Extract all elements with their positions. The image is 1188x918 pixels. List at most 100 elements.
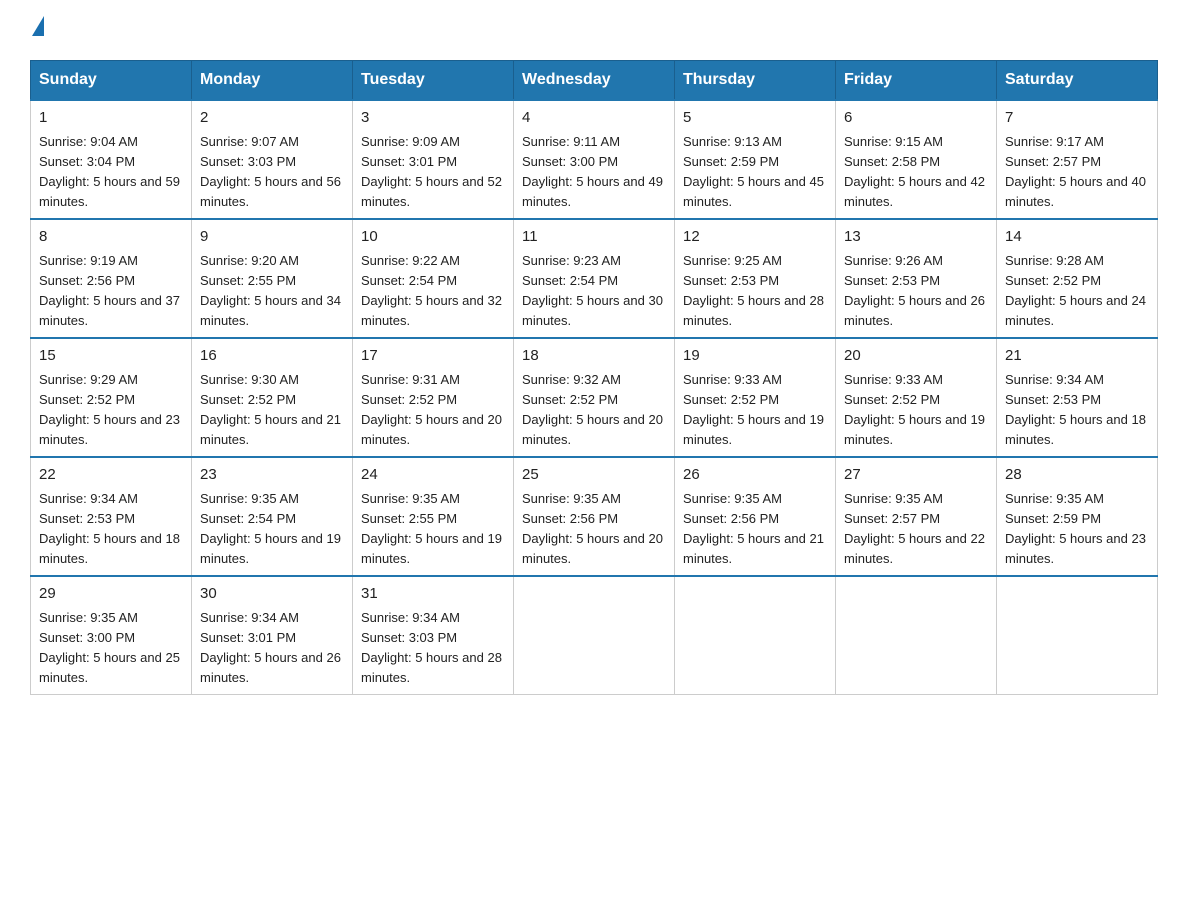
day-number: 11 xyxy=(522,226,666,249)
day-info: Sunrise: 9:26 AMSunset: 2:53 PMDaylight:… xyxy=(844,253,985,328)
day-info: Sunrise: 9:35 AMSunset: 2:55 PMDaylight:… xyxy=(361,491,502,566)
day-number: 23 xyxy=(200,464,344,487)
calendar-cell: 19 Sunrise: 9:33 AMSunset: 2:52 PMDaylig… xyxy=(675,338,836,457)
calendar-table: SundayMondayTuesdayWednesdayThursdayFrid… xyxy=(30,60,1158,695)
day-info: Sunrise: 9:13 AMSunset: 2:59 PMDaylight:… xyxy=(683,134,824,209)
day-number: 1 xyxy=(39,107,183,130)
calendar-cell: 28 Sunrise: 9:35 AMSunset: 2:59 PMDaylig… xyxy=(997,457,1158,576)
calendar-cell: 5 Sunrise: 9:13 AMSunset: 2:59 PMDayligh… xyxy=(675,100,836,219)
day-info: Sunrise: 9:23 AMSunset: 2:54 PMDaylight:… xyxy=(522,253,663,328)
calendar-cell: 29 Sunrise: 9:35 AMSunset: 3:00 PMDaylig… xyxy=(31,576,192,695)
day-number: 24 xyxy=(361,464,505,487)
page-header xyxy=(30,20,1158,40)
calendar-cell: 15 Sunrise: 9:29 AMSunset: 2:52 PMDaylig… xyxy=(31,338,192,457)
calendar-cell: 13 Sunrise: 9:26 AMSunset: 2:53 PMDaylig… xyxy=(836,219,997,338)
calendar-cell: 16 Sunrise: 9:30 AMSunset: 2:52 PMDaylig… xyxy=(192,338,353,457)
calendar-cell xyxy=(997,576,1158,695)
day-info: Sunrise: 9:17 AMSunset: 2:57 PMDaylight:… xyxy=(1005,134,1146,209)
calendar-cell: 2 Sunrise: 9:07 AMSunset: 3:03 PMDayligh… xyxy=(192,100,353,219)
weekday-header-sunday: Sunday xyxy=(31,61,192,101)
calendar-cell: 25 Sunrise: 9:35 AMSunset: 2:56 PMDaylig… xyxy=(514,457,675,576)
calendar-body: 1 Sunrise: 9:04 AMSunset: 3:04 PMDayligh… xyxy=(31,100,1158,695)
day-number: 3 xyxy=(361,107,505,130)
logo-triangle-icon xyxy=(32,16,44,36)
calendar-cell: 12 Sunrise: 9:25 AMSunset: 2:53 PMDaylig… xyxy=(675,219,836,338)
day-info: Sunrise: 9:20 AMSunset: 2:55 PMDaylight:… xyxy=(200,253,341,328)
day-number: 17 xyxy=(361,345,505,368)
day-number: 30 xyxy=(200,583,344,606)
day-number: 15 xyxy=(39,345,183,368)
day-number: 22 xyxy=(39,464,183,487)
day-number: 10 xyxy=(361,226,505,249)
calendar-cell: 17 Sunrise: 9:31 AMSunset: 2:52 PMDaylig… xyxy=(353,338,514,457)
day-info: Sunrise: 9:34 AMSunset: 2:53 PMDaylight:… xyxy=(1005,372,1146,447)
calendar-cell: 3 Sunrise: 9:09 AMSunset: 3:01 PMDayligh… xyxy=(353,100,514,219)
calendar-cell xyxy=(836,576,997,695)
day-number: 4 xyxy=(522,107,666,130)
day-number: 20 xyxy=(844,345,988,368)
day-info: Sunrise: 9:22 AMSunset: 2:54 PMDaylight:… xyxy=(361,253,502,328)
weekday-header-tuesday: Tuesday xyxy=(353,61,514,101)
day-number: 16 xyxy=(200,345,344,368)
calendar-cell: 22 Sunrise: 9:34 AMSunset: 2:53 PMDaylig… xyxy=(31,457,192,576)
calendar-cell: 14 Sunrise: 9:28 AMSunset: 2:52 PMDaylig… xyxy=(997,219,1158,338)
calendar-cell: 30 Sunrise: 9:34 AMSunset: 3:01 PMDaylig… xyxy=(192,576,353,695)
calendar-cell: 18 Sunrise: 9:32 AMSunset: 2:52 PMDaylig… xyxy=(514,338,675,457)
day-info: Sunrise: 9:34 AMSunset: 3:01 PMDaylight:… xyxy=(200,610,341,685)
weekday-header-wednesday: Wednesday xyxy=(514,61,675,101)
calendar-cell: 20 Sunrise: 9:33 AMSunset: 2:52 PMDaylig… xyxy=(836,338,997,457)
day-number: 18 xyxy=(522,345,666,368)
day-number: 6 xyxy=(844,107,988,130)
day-number: 29 xyxy=(39,583,183,606)
week-row-4: 22 Sunrise: 9:34 AMSunset: 2:53 PMDaylig… xyxy=(31,457,1158,576)
calendar-cell: 4 Sunrise: 9:11 AMSunset: 3:00 PMDayligh… xyxy=(514,100,675,219)
day-number: 9 xyxy=(200,226,344,249)
day-info: Sunrise: 9:35 AMSunset: 2:57 PMDaylight:… xyxy=(844,491,985,566)
day-number: 14 xyxy=(1005,226,1149,249)
calendar-cell: 26 Sunrise: 9:35 AMSunset: 2:56 PMDaylig… xyxy=(675,457,836,576)
week-row-5: 29 Sunrise: 9:35 AMSunset: 3:00 PMDaylig… xyxy=(31,576,1158,695)
day-info: Sunrise: 9:19 AMSunset: 2:56 PMDaylight:… xyxy=(39,253,180,328)
day-number: 31 xyxy=(361,583,505,606)
day-info: Sunrise: 9:31 AMSunset: 2:52 PMDaylight:… xyxy=(361,372,502,447)
day-info: Sunrise: 9:35 AMSunset: 3:00 PMDaylight:… xyxy=(39,610,180,685)
day-number: 5 xyxy=(683,107,827,130)
day-info: Sunrise: 9:33 AMSunset: 2:52 PMDaylight:… xyxy=(683,372,824,447)
day-info: Sunrise: 9:33 AMSunset: 2:52 PMDaylight:… xyxy=(844,372,985,447)
calendar-cell: 21 Sunrise: 9:34 AMSunset: 2:53 PMDaylig… xyxy=(997,338,1158,457)
day-number: 7 xyxy=(1005,107,1149,130)
day-info: Sunrise: 9:34 AMSunset: 2:53 PMDaylight:… xyxy=(39,491,180,566)
day-number: 28 xyxy=(1005,464,1149,487)
weekday-header-row: SundayMondayTuesdayWednesdayThursdayFrid… xyxy=(31,61,1158,101)
weekday-header-friday: Friday xyxy=(836,61,997,101)
day-info: Sunrise: 9:35 AMSunset: 2:59 PMDaylight:… xyxy=(1005,491,1146,566)
calendar-cell: 11 Sunrise: 9:23 AMSunset: 2:54 PMDaylig… xyxy=(514,219,675,338)
calendar-cell: 24 Sunrise: 9:35 AMSunset: 2:55 PMDaylig… xyxy=(353,457,514,576)
day-info: Sunrise: 9:34 AMSunset: 3:03 PMDaylight:… xyxy=(361,610,502,685)
day-number: 25 xyxy=(522,464,666,487)
day-number: 27 xyxy=(844,464,988,487)
day-info: Sunrise: 9:35 AMSunset: 2:54 PMDaylight:… xyxy=(200,491,341,566)
day-info: Sunrise: 9:09 AMSunset: 3:01 PMDaylight:… xyxy=(361,134,502,209)
calendar-cell xyxy=(675,576,836,695)
day-number: 26 xyxy=(683,464,827,487)
week-row-2: 8 Sunrise: 9:19 AMSunset: 2:56 PMDayligh… xyxy=(31,219,1158,338)
day-info: Sunrise: 9:15 AMSunset: 2:58 PMDaylight:… xyxy=(844,134,985,209)
day-info: Sunrise: 9:25 AMSunset: 2:53 PMDaylight:… xyxy=(683,253,824,328)
day-info: Sunrise: 9:35 AMSunset: 2:56 PMDaylight:… xyxy=(522,491,663,566)
calendar-cell: 27 Sunrise: 9:35 AMSunset: 2:57 PMDaylig… xyxy=(836,457,997,576)
day-info: Sunrise: 9:35 AMSunset: 2:56 PMDaylight:… xyxy=(683,491,824,566)
week-row-1: 1 Sunrise: 9:04 AMSunset: 3:04 PMDayligh… xyxy=(31,100,1158,219)
day-number: 13 xyxy=(844,226,988,249)
calendar-cell: 1 Sunrise: 9:04 AMSunset: 3:04 PMDayligh… xyxy=(31,100,192,219)
day-number: 2 xyxy=(200,107,344,130)
logo xyxy=(30,20,44,40)
day-info: Sunrise: 9:32 AMSunset: 2:52 PMDaylight:… xyxy=(522,372,663,447)
day-info: Sunrise: 9:11 AMSunset: 3:00 PMDaylight:… xyxy=(522,134,663,209)
calendar-cell xyxy=(514,576,675,695)
day-info: Sunrise: 9:30 AMSunset: 2:52 PMDaylight:… xyxy=(200,372,341,447)
calendar-cell: 6 Sunrise: 9:15 AMSunset: 2:58 PMDayligh… xyxy=(836,100,997,219)
day-number: 8 xyxy=(39,226,183,249)
calendar-cell: 7 Sunrise: 9:17 AMSunset: 2:57 PMDayligh… xyxy=(997,100,1158,219)
day-info: Sunrise: 9:28 AMSunset: 2:52 PMDaylight:… xyxy=(1005,253,1146,328)
